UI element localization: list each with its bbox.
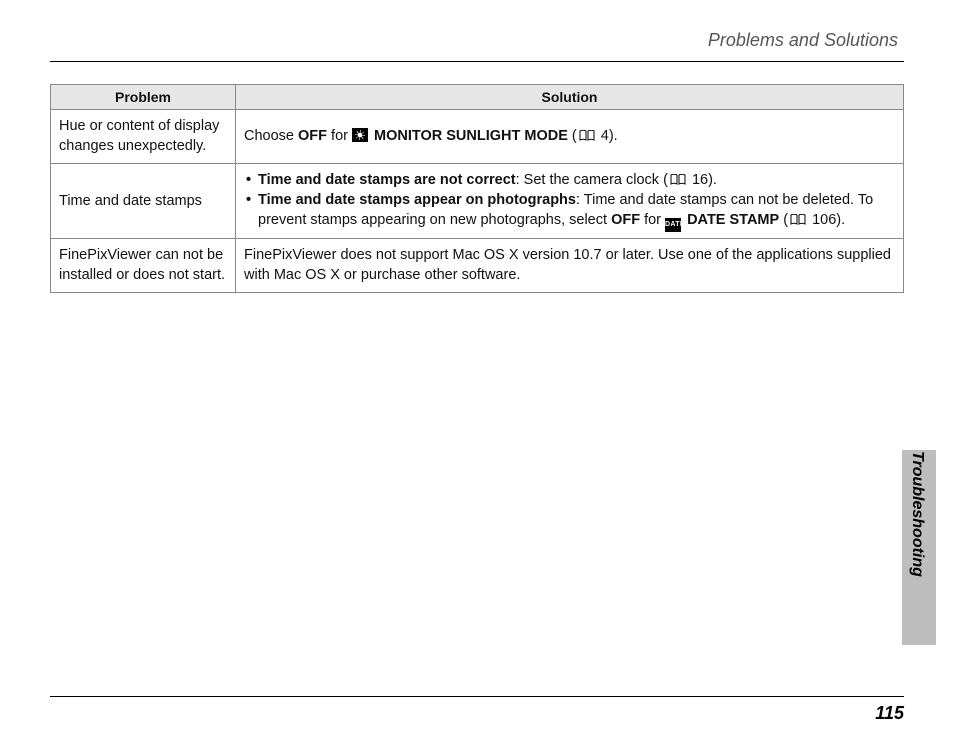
page-footer: 115 <box>50 696 904 724</box>
sun-icon <box>352 128 368 142</box>
col-header-problem: Problem <box>51 85 236 110</box>
page-ref-icon <box>579 130 595 141</box>
problem-cell: Time and date stamps <box>51 163 236 239</box>
bullet-heading: Time and date stamps appear on photograp… <box>258 192 576 208</box>
table-row: Hue or content of display changes unexpe… <box>51 110 904 164</box>
page-ref-number: 16). <box>688 172 717 188</box>
solution-cell: Choose OFF for MONITOR SUNLIGHT MODE ( 4… <box>236 110 904 164</box>
mode-name: MONITOR SUNLIGHT MODE <box>370 128 568 144</box>
page-ref-number: 106). <box>808 212 845 228</box>
text: ( <box>568 128 577 144</box>
page-header-title: Problems and Solutions <box>50 30 904 51</box>
text: for <box>640 212 665 228</box>
page-ref-number: 4). <box>597 128 618 144</box>
date-icon <box>665 218 681 232</box>
bullet-item: Time and date stamps appear on photograp… <box>246 190 895 232</box>
page-ref-icon <box>790 214 806 225</box>
table-row: FinePixViewer can not be installed or do… <box>51 239 904 293</box>
text: : Set the camera clock ( <box>516 172 668 188</box>
text: ( <box>779 212 788 228</box>
solution-cell: FinePixViewer does not support Mac OS X … <box>236 239 904 293</box>
text: for <box>327 128 352 144</box>
bullet-heading: Time and date stamps are not correct <box>258 172 516 188</box>
manual-page: Problems and Solutions Problem Solution … <box>0 0 954 748</box>
problem-cell: Hue or content of display changes unexpe… <box>51 110 236 164</box>
off-label: OFF <box>611 212 640 228</box>
section-tab-label: Troubleshooting <box>906 451 926 601</box>
off-label: OFF <box>298 128 327 144</box>
problem-cell: FinePixViewer can not be installed or do… <box>51 239 236 293</box>
page-number: 115 <box>875 703 904 723</box>
mode-name: DATE STAMP <box>683 212 779 228</box>
header-rule <box>50 61 904 62</box>
text: Choose <box>244 128 298 144</box>
bullet-item: Time and date stamps are not correct: Se… <box>246 170 895 190</box>
col-header-solution: Solution <box>236 85 904 110</box>
page-ref-icon <box>670 174 686 185</box>
solution-cell: Time and date stamps are not correct: Se… <box>236 163 904 239</box>
table-row: Time and date stamps Time and date stamp… <box>51 163 904 239</box>
troubleshooting-table: Problem Solution Hue or content of displ… <box>50 84 904 293</box>
